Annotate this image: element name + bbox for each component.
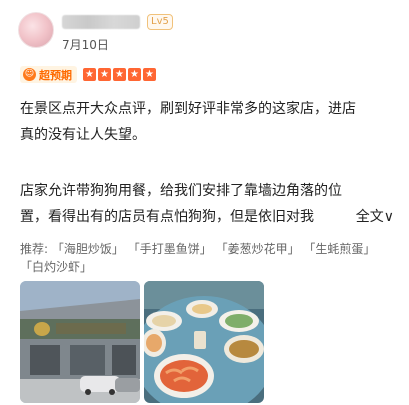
name-row: Lv5 [62, 12, 173, 32]
review-header: Lv5 7月10日 [18, 12, 173, 53]
smile-icon: ☺ [23, 68, 36, 81]
review-paragraph-1: 在景区点开大众点评，刷到好评非常多的这家店，进店 真的没有让人失望。 [20, 96, 394, 148]
star-icon: ★ [143, 68, 156, 81]
level-badge: Lv5 [147, 14, 173, 30]
recommended-dish[interactable]: 「白灼沙虾」 [20, 260, 92, 274]
exceeded-expectation-badge: ☺ 超预期 [20, 66, 77, 83]
full-text-button[interactable]: 全文∨ [353, 204, 394, 230]
recommended-dish[interactable]: 「手打墨鱼饼」 [128, 242, 212, 256]
star-icon: ★ [83, 68, 96, 81]
user-meta: Lv5 7月10日 [62, 12, 173, 53]
badge-label: 超预期 [39, 68, 72, 82]
rating-row: ☺ 超预期 ★ ★ ★ ★ ★ [20, 66, 158, 83]
review-line: 在景区点开大众点评，刷到好评非常多的这家店，进店 [20, 101, 356, 117]
review-line-truncated: 置，看得出有的店员有点怕狗狗，但是依旧对我 全文∨ [20, 204, 394, 230]
star-rating: ★ ★ ★ ★ ★ [83, 68, 158, 81]
photo-seafood-dishes[interactable] [144, 281, 264, 403]
review-paragraph-2: 店家允许带狗狗用餐，给我们安排了靠墙边角落的位 置，看得出有的店员有点怕狗狗，但… [20, 178, 394, 230]
photo-restaurant-exterior[interactable] [20, 281, 140, 403]
recommend-label: 推荐: [20, 242, 49, 256]
recommended-dish[interactable]: 「海胆炒饭」 [52, 242, 124, 256]
review-line: 店家允许带狗狗用餐，给我们安排了靠墙边角落的位 [20, 183, 342, 199]
review-date: 7月10日 [62, 38, 109, 52]
recommended-dish[interactable]: 「姜葱炒花甲」 [216, 242, 300, 256]
review-line: 真的没有让人失望。 [20, 127, 146, 143]
avatar[interactable] [18, 12, 54, 48]
recommended-dish[interactable]: 「生蚝煎蛋」 [303, 242, 375, 256]
star-icon: ★ [113, 68, 126, 81]
recommended-dishes: 推荐: 「海胆炒饭」 「手打墨鱼饼」 「姜葱炒花甲」 「生蚝煎蛋」 「白灼沙虾」 [20, 240, 394, 276]
review-photos [20, 281, 268, 403]
review-line: 置，看得出有的店员有点怕狗狗，但是依旧对我 [20, 209, 314, 225]
star-icon: ★ [98, 68, 111, 81]
username-blurred[interactable] [62, 15, 140, 29]
star-icon: ★ [128, 68, 141, 81]
